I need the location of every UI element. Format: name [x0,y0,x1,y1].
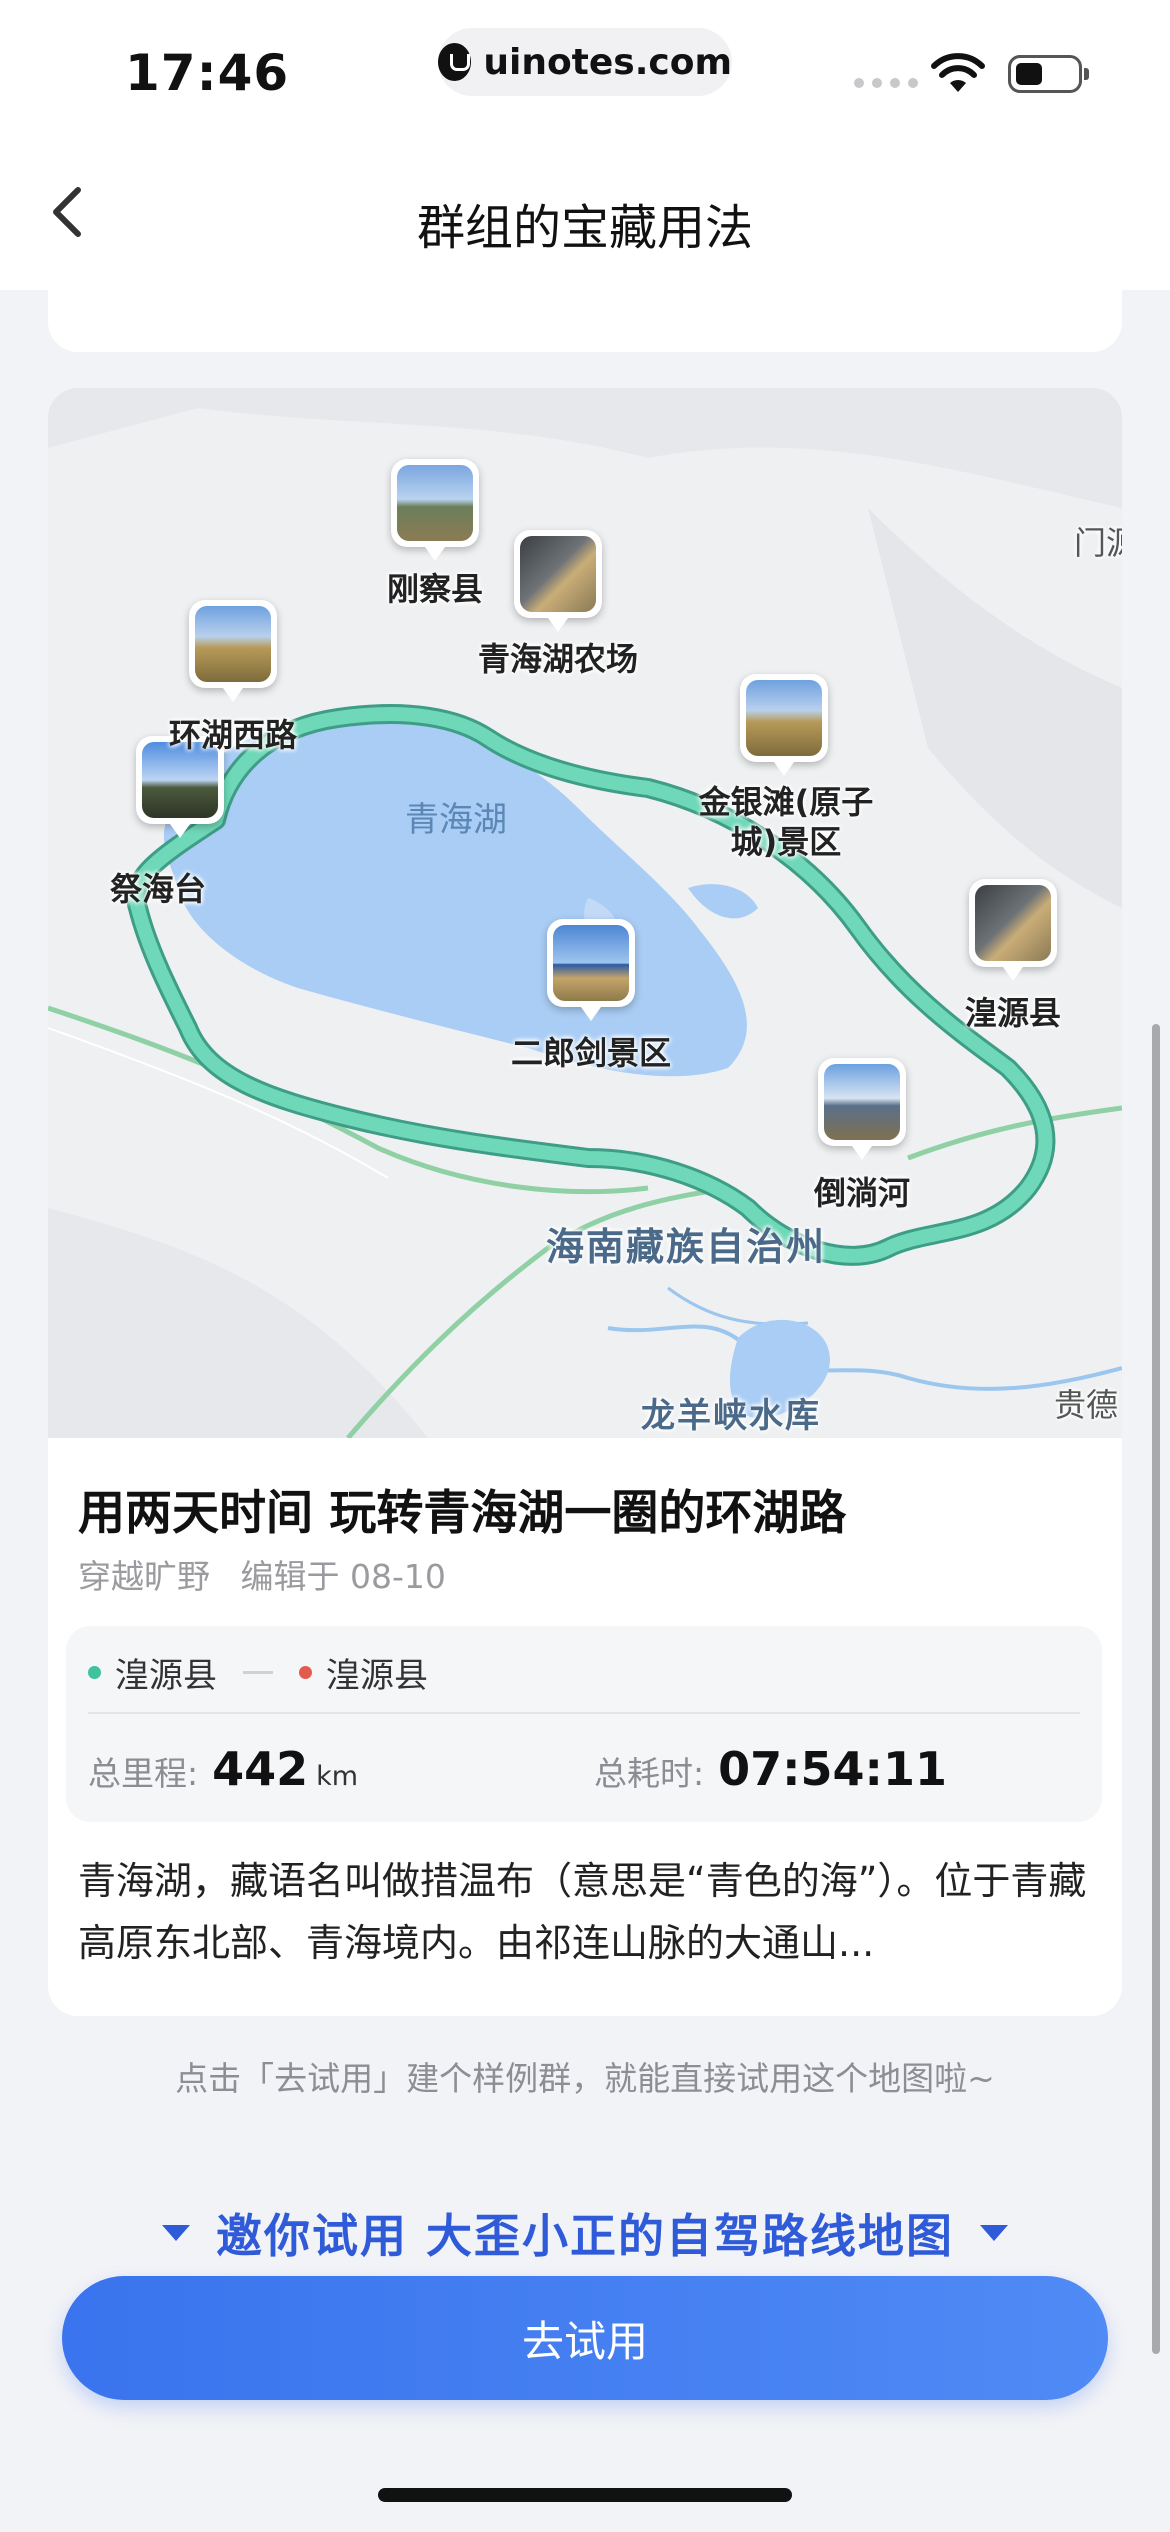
route-description: 青海湖，藏语名叫做措温布（意思是“青色的海”）。位于青藏高原东北部、青海境内。由… [78,1859,1087,1965]
place-label: 金银滩(原子 城)景区 [698,783,874,861]
scrollbar[interactable] [1152,1024,1160,2354]
try-button[interactable]: 去试用 [62,2276,1108,2400]
duration-stat: 总耗时: 07:54:11 [594,1742,947,1796]
place-label: 湟源县 [964,994,1062,1032]
route-title: 用两天时间 玩转青海湖一圈的环湖路 [78,1486,847,1541]
end-dot-icon [299,1666,312,1679]
page-title: 群组的宝藏用法 [416,200,753,256]
place-photo-pin[interactable] [189,600,277,702]
invite-text: 邀你试用 大歪小正的自驾路线地图 [215,2209,954,2263]
duration-value: 07:54:11 [718,1742,947,1796]
signal-dots-icon [854,78,918,88]
distance-unit: km [316,1761,359,1792]
divider [88,1712,1080,1714]
edge-place-label: 贵德 [1054,1386,1119,1424]
url-pill[interactable]: uinotes.com [438,28,732,96]
triangle-down-icon [980,2225,1008,2241]
distance-label: 总里程: [88,1754,199,1793]
distance-value: 442 [212,1742,309,1796]
url-text: uinotes.com [483,41,732,83]
place-photo-pin[interactable] [391,459,479,561]
hint-text: 点击「去试用」建个样例群，就能直接试用这个地图啦~ [175,2059,995,2098]
route-end: 湟源县 [326,1656,428,1696]
route-start: 湟源县 [115,1656,217,1696]
route-endpoints: 湟源县 湟源县 [88,1648,428,1697]
place-photo-pin[interactable] [547,919,635,1021]
place-photo-pin[interactable] [514,530,602,632]
place-label: 二郎剑景区 [510,1034,672,1072]
place-photo-pin[interactable] [818,1058,906,1160]
status-time: 17:46 [125,44,290,102]
duration-label: 总耗时: [594,1754,705,1793]
place-photo-pin[interactable] [969,879,1057,981]
edge-place-label: 门源 [1074,524,1122,562]
distance-stat: 总里程: 442 km [88,1742,358,1796]
route-arrow-icon [243,1671,273,1674]
place-label: 刚察县 [386,570,484,608]
reservoir-label: 龙羊峡水库 [641,1396,821,1436]
battery-icon [1008,55,1089,93]
place-label: 倒淌河 [813,1174,911,1212]
invite-banner: 邀你试用 大歪小正的自驾路线地图 [0,2200,1170,2266]
triangle-down-icon [161,2225,190,2241]
region-label: 海南藏族自治州 [545,1225,827,1269]
status-bar: 17:46 uinotes.com [0,0,1170,140]
route-meta: 穿越旷野 编辑于 08-10 [78,1550,446,1598]
home-indicator[interactable] [378,2488,792,2502]
route-stats: 湟源县 湟源县 总里程: 442 km 总耗时: 07:54:11 [66,1626,1102,1822]
start-dot-icon [88,1666,101,1679]
map-view[interactable]: 刚察县 青海湖农场 环湖西路 祭海台 金银滩(原子 城)景区 湟源县 二郎剑景区… [48,388,1122,1438]
previous-card-edge [48,270,1122,352]
lake-label: 青海湖 [405,800,507,840]
place-photo-pin[interactable] [740,674,828,776]
author-name: 穿越旷野 [78,1557,210,1596]
place-label: 祭海台 [109,870,207,908]
edited-date: 编辑于 08-10 [240,1557,446,1596]
place-label: 青海湖农场 [477,640,639,678]
nav-bar: 群组的宝藏用法 [0,140,1170,290]
wifi-icon [931,53,985,92]
site-icon [438,43,472,81]
route-map-card[interactable]: 刚察县 青海湖农场 环湖西路 祭海台 金银滩(原子 城)景区 湟源县 二郎剑景区… [48,388,1122,2016]
place-label: 环湖西路 [168,716,298,754]
